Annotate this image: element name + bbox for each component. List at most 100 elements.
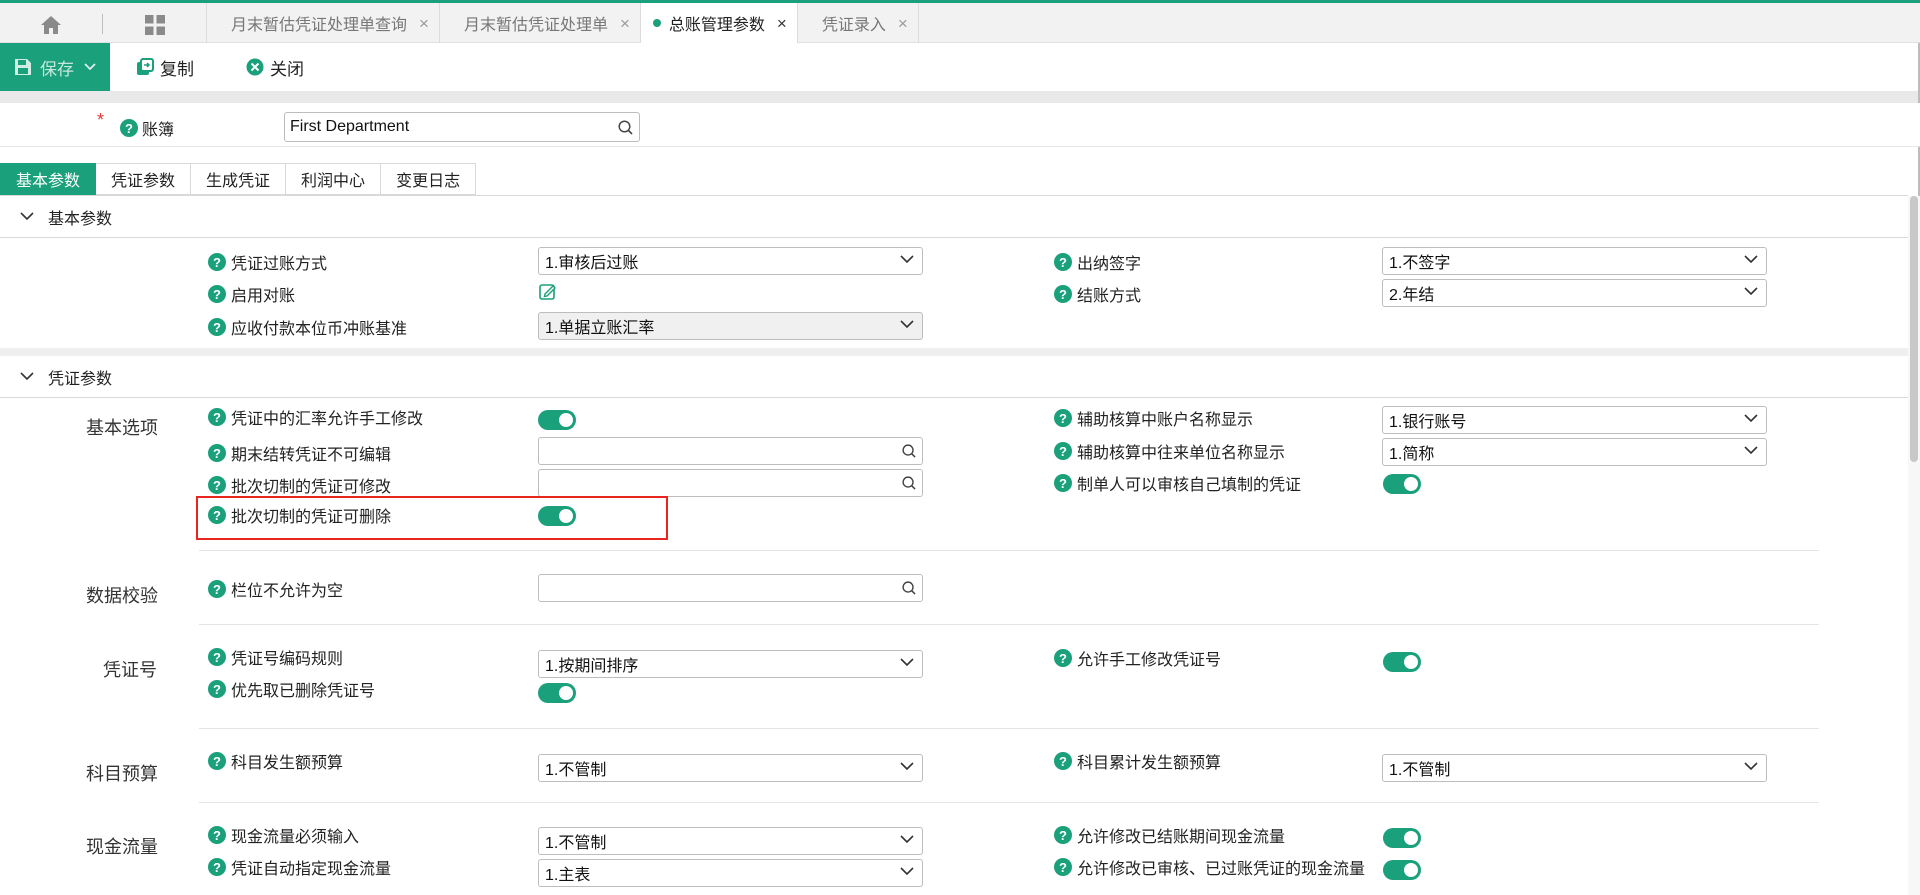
help-icon[interactable]: ? — [120, 119, 138, 137]
reuse-deleted-no-label: ? 优先取已删除凭证号 — [208, 677, 375, 701]
creator-can-audit-label: ? 制单人可以审核自己填制的凭证 — [1054, 471, 1301, 495]
tab-label: 月末暂估凭证处理单 — [463, 17, 608, 34]
cashflow-required-select[interactable]: 1.不管制 — [538, 827, 923, 855]
panel-voucher-header[interactable]: 凭证参数 — [0, 356, 1908, 398]
tab-month-end-estimate-query[interactable]: 月末暂估凭证处理单查询 × — [206, 3, 439, 43]
auto-cashflow-label: ? 凭证自动指定现金流量 — [208, 855, 391, 879]
manual-voucher-no-toggle[interactable] — [1383, 652, 1421, 672]
rate-manual-edit-label: ? 凭证中的汇率允许手工修改 — [208, 405, 423, 429]
ledger-label: ? 账簿 — [120, 116, 174, 140]
close-icon[interactable]: × — [777, 15, 787, 32]
modify-closed-cashflow-toggle[interactable] — [1383, 828, 1421, 848]
tab-change-log[interactable]: 变更日志 — [381, 163, 477, 195]
ledger-input[interactable]: First Department — [284, 112, 640, 142]
select-value: 1.按期间排序 — [545, 658, 639, 675]
tab-profit-center[interactable]: 利润中心 — [286, 163, 382, 195]
group-divider — [199, 624, 1819, 625]
closing-method-label: ? 结账方式 — [1054, 282, 1141, 306]
required-mark: * — [97, 110, 105, 130]
batch-deletable-toggle[interactable] — [538, 506, 576, 526]
help-icon[interactable]: ? — [1054, 826, 1072, 844]
toolbar: 保存 复制 关闭 — [0, 43, 1920, 91]
help-icon[interactable]: ? — [1054, 285, 1072, 303]
help-icon[interactable]: ? — [1054, 649, 1072, 667]
help-icon[interactable]: ? — [1054, 253, 1072, 271]
help-icon[interactable]: ? — [1054, 442, 1072, 460]
help-icon[interactable]: ? — [1054, 858, 1072, 876]
close-icon[interactable]: × — [419, 15, 429, 32]
tab-generate-voucher[interactable]: 生成凭证 — [191, 163, 287, 195]
rate-manual-edit-toggle[interactable] — [538, 410, 576, 430]
search-icon[interactable] — [902, 444, 916, 458]
help-icon[interactable]: ? — [208, 648, 226, 666]
help-icon[interactable]: ? — [208, 858, 226, 876]
ar-ap-rate-select[interactable]: 1.单据立账汇率 — [538, 312, 923, 340]
tab-voucher-entry[interactable]: 凭证录入 × — [796, 3, 919, 43]
closing-method-select[interactable]: 2.年结 — [1382, 279, 1767, 307]
help-icon[interactable]: ? — [208, 318, 226, 336]
label-text: 结账方式 — [1077, 288, 1142, 305]
help-icon[interactable]: ? — [208, 253, 226, 271]
enable-reconcile-label: ? 启用对账 — [208, 282, 295, 306]
select-value: 1.不签字 — [1389, 255, 1451, 272]
label-text: 优先取已删除凭证号 — [231, 683, 376, 700]
label-text: 允许手工修改凭证号 — [1077, 652, 1222, 669]
search-icon[interactable] — [902, 476, 916, 490]
close-button[interactable]: 关闭 — [246, 43, 304, 91]
modify-posted-cashflow-label: ? 允许修改已审核、已过账凭证的现金流量 — [1054, 855, 1365, 879]
panel-basic-header[interactable]: 基本参数 — [0, 196, 1908, 238]
tab-label: 总账管理参数 — [668, 17, 765, 34]
chevron-down-icon — [20, 372, 34, 381]
copy-button[interactable]: 复制 — [136, 43, 194, 91]
subject-amount-budget-select[interactable]: 1.不管制 — [538, 754, 923, 782]
tab-basic-params[interactable]: 基本参数 — [0, 163, 97, 195]
search-icon[interactable] — [618, 120, 633, 135]
tab-month-end-estimate[interactable]: 月末暂估凭证处理单 × — [438, 3, 640, 43]
search-icon[interactable] — [902, 581, 916, 595]
help-icon[interactable]: ? — [208, 444, 226, 462]
help-icon[interactable]: ? — [208, 680, 226, 698]
label-text: 辅助核算中账户名称显示 — [1077, 412, 1254, 429]
help-icon[interactable]: ? — [208, 752, 226, 770]
close-icon[interactable]: × — [898, 15, 908, 32]
posting-method-label: ? 凭证过账方式 — [208, 250, 327, 274]
cashier-sign-select[interactable]: 1.不签字 — [1382, 247, 1767, 275]
help-icon[interactable]: ? — [208, 408, 226, 426]
save-button[interactable]: 保存 — [0, 43, 110, 91]
reuse-deleted-no-toggle[interactable] — [538, 683, 576, 703]
creator-can-audit-toggle[interactable] — [1383, 474, 1421, 494]
edit-icon[interactable] — [539, 283, 557, 301]
aux-account-name-select[interactable]: 1.银行账号 — [1382, 406, 1767, 434]
aux-account-name-label: ? 辅助核算中账户名称显示 — [1054, 406, 1253, 430]
auto-cashflow-select[interactable]: 1.主表 — [538, 859, 923, 887]
subject-cumulative-budget-select[interactable]: 1.不管制 — [1382, 754, 1767, 782]
help-icon[interactable]: ? — [208, 285, 226, 303]
chevron-down-icon — [900, 255, 914, 264]
voucher-no-rule-select[interactable]: 1.按期间排序 — [538, 650, 923, 678]
modify-posted-cashflow-toggle[interactable] — [1383, 860, 1421, 880]
close-icon[interactable]: × — [620, 15, 630, 32]
label-text: 批次切制的凭证可修改 — [231, 479, 392, 496]
field-not-empty-input[interactable] — [538, 574, 923, 602]
tab-voucher-params[interactable]: 凭证参数 — [96, 163, 192, 195]
label-text: 辅助核算中往来单位名称显示 — [1077, 445, 1286, 462]
chevron-down-icon[interactable] — [84, 63, 96, 71]
help-icon[interactable]: ? — [208, 826, 226, 844]
help-icon[interactable]: ? — [1054, 752, 1072, 770]
batch-editable-input[interactable] — [538, 469, 923, 497]
help-icon[interactable]: ? — [1054, 474, 1072, 492]
app-grid-icon[interactable] — [140, 12, 170, 38]
help-icon[interactable]: ? — [208, 580, 226, 598]
home-icon[interactable] — [36, 12, 66, 38]
posting-method-select[interactable]: 1.审核后过账 — [538, 247, 923, 275]
period-end-not-editable-input[interactable] — [538, 437, 923, 465]
tab-gl-parameters[interactable]: 总账管理参数 × — [639, 3, 797, 43]
help-icon[interactable]: ? — [208, 476, 226, 494]
scrollbar-thumb[interactable] — [1910, 196, 1918, 462]
help-icon[interactable]: ? — [1054, 409, 1072, 427]
help-icon[interactable]: ? — [208, 506, 226, 524]
chevron-down-icon — [1744, 414, 1758, 423]
aux-partner-name-select[interactable]: 1.简称 — [1382, 438, 1767, 466]
label-text: 现金流量必须输入 — [231, 829, 360, 846]
group-divider — [199, 550, 1819, 551]
